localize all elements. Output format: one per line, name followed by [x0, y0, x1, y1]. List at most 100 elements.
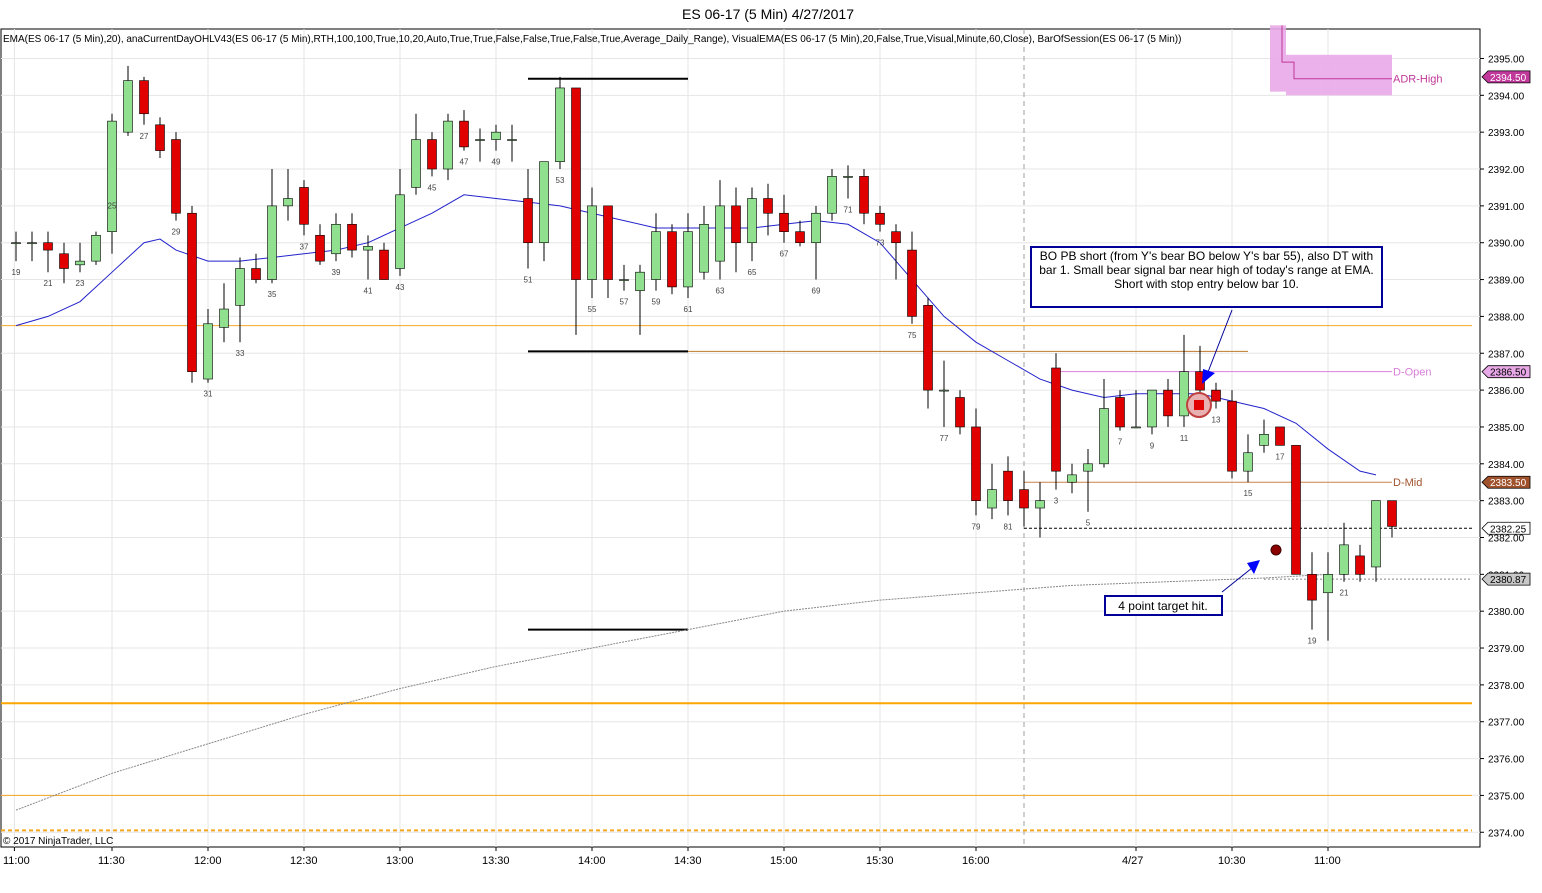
candle-body: [459, 120, 469, 148]
candle: [1227, 390, 1237, 479]
candle-body: [1323, 574, 1333, 594]
candle-body: [603, 205, 613, 280]
candle-body: [619, 279, 629, 281]
candle-body: [219, 308, 229, 328]
candle-body: [363, 246, 373, 251]
x-tick-label: 13:00: [386, 855, 414, 867]
candle-body: [1019, 489, 1029, 509]
bar-number-label: 13: [1212, 416, 1221, 425]
candle-body: [1371, 500, 1381, 568]
chart: ES 06-17 (5 Min) 4/27/2017 19 21 23 25 27 29 3…: [0, 0, 1542, 893]
candle-body: [555, 87, 565, 162]
price-badge: 2386.50: [1481, 365, 1531, 379]
bar-number-label: 65: [748, 268, 757, 277]
candle-body: [523, 198, 533, 244]
candle-body: [91, 235, 101, 262]
bar-number-label: 19: [1308, 637, 1317, 646]
candle: [667, 224, 677, 295]
candle-body: [571, 87, 581, 280]
bar-number-label: 45: [428, 183, 437, 192]
candle-body: [907, 249, 917, 317]
candle-body: [875, 212, 885, 225]
candle-body: [155, 124, 165, 151]
candle-body: [763, 198, 773, 214]
candle-body: [683, 231, 693, 288]
level-label: D-Mid: [1393, 477, 1422, 489]
y-tick-label: 2390.00: [1488, 239, 1525, 250]
y-tick-label: 2393.00: [1488, 128, 1525, 139]
candle-body: [1259, 434, 1269, 446]
candle-body: [139, 80, 149, 115]
candle-body: [859, 176, 869, 214]
annotation-short-text: BO PB short (from Y's bear BO below Y's …: [1039, 249, 1374, 291]
candle-body: [299, 187, 309, 225]
x-tick-label: 14:30: [674, 855, 702, 867]
y-tick-label: 2378.00: [1488, 681, 1525, 692]
candle-body: [1003, 470, 1013, 501]
bar-number-label: 15: [1244, 489, 1253, 498]
x-tick-label: 11:30: [98, 855, 125, 867]
candle-body: [923, 305, 933, 391]
candle-body: [587, 205, 597, 280]
bar-number-label: 31: [204, 390, 213, 399]
y-tick-label: 2394.00: [1488, 91, 1525, 102]
candle-body: [715, 205, 725, 262]
y-tick-label: 2380.00: [1488, 607, 1525, 618]
candle-body: [843, 176, 853, 178]
candle-body: [475, 139, 485, 141]
candle: [827, 169, 837, 221]
candle-body: [1099, 408, 1109, 465]
x-tick-label: 15:30: [866, 855, 894, 867]
y-tick-label: 2395.00: [1488, 54, 1525, 65]
candle-body: [1291, 445, 1301, 575]
x-tick-label: 14:00: [578, 855, 606, 867]
bar-number-label: 5: [1086, 519, 1091, 528]
y-tick-label: 2376.00: [1488, 755, 1525, 766]
candle: [91, 231, 101, 265]
price-badge: 2382.25: [1481, 521, 1531, 535]
candle: [1291, 445, 1301, 575]
candle-body: [891, 231, 901, 244]
bar-number-label: 19: [12, 268, 21, 277]
x-tick-label: 16:00: [962, 855, 990, 867]
candle-body: [491, 131, 501, 140]
bar-number-label: 73: [876, 239, 885, 248]
candle-body: [411, 139, 421, 188]
candle-body: [731, 205, 741, 244]
bar-number-label: 79: [972, 522, 981, 531]
bar-number-label: 21: [1340, 589, 1349, 598]
adr-zone-upper: [1270, 25, 1286, 92]
bar-number-label: 61: [684, 305, 693, 314]
y-tick-label: 2374.00: [1488, 828, 1525, 839]
candle-body: [667, 231, 677, 288]
candle-body: [635, 271, 645, 291]
bar-number-label: 17: [1276, 452, 1285, 461]
candle: [171, 132, 181, 221]
candle-body: [187, 212, 197, 372]
bar-number-label: 39: [332, 268, 341, 277]
candle-body: [283, 198, 293, 207]
candle-body: [1163, 389, 1173, 417]
x-tick-label: 15:00: [770, 855, 798, 867]
x-tick-label: 11:00: [3, 855, 30, 867]
candle-body: [1387, 500, 1397, 527]
candle-body: [1307, 574, 1317, 601]
candle-body: [747, 198, 757, 244]
bar-number-label: 49: [492, 158, 501, 167]
candle: [555, 76, 565, 170]
x-tick-label: 11:00: [1314, 855, 1341, 867]
target-marker-dot: [1270, 544, 1282, 556]
x-tick-label: 10:30: [1218, 855, 1246, 867]
candle-body: [171, 139, 181, 214]
bar-number-label: 63: [716, 287, 725, 296]
candle-body: [123, 80, 133, 133]
candle-body: [1339, 544, 1349, 575]
y-tick-label: 2383.00: [1488, 497, 1525, 508]
candle-body: [1227, 400, 1237, 472]
candle-body: [1243, 452, 1253, 472]
candle-body: [331, 223, 341, 255]
entry-marker-square: [1194, 400, 1204, 410]
price-badge-label: 2383.50: [1490, 478, 1527, 489]
candle-body: [1051, 367, 1061, 472]
bar-number-label: 53: [556, 176, 565, 185]
